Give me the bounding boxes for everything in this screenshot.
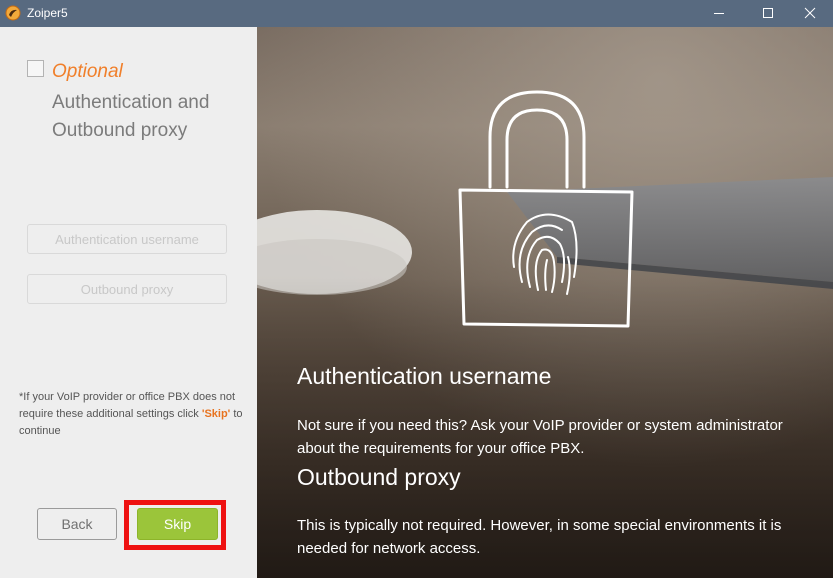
- outbound-proxy-input[interactable]: [27, 274, 227, 304]
- skip-button[interactable]: Skip: [137, 508, 218, 540]
- title-bar: Zoiper5: [0, 0, 833, 27]
- zoiper-logo-icon: [5, 5, 21, 21]
- optional-label: Optional: [52, 61, 123, 82]
- close-button[interactable]: [787, 0, 833, 27]
- auth-heading: Authentication username: [297, 363, 552, 389]
- padlock-fingerprint-icon: [458, 90, 634, 328]
- settings-panel: Optional Authentication and Outbound pro…: [0, 27, 257, 578]
- optional-checkbox[interactable]: [27, 60, 44, 77]
- skip-note-link: 'Skip': [201, 408, 231, 420]
- proxy-heading: Outbound proxy: [297, 464, 461, 490]
- section-title: Authentication and Outbound proxy: [52, 92, 210, 141]
- maximize-button[interactable]: [745, 0, 791, 27]
- window-title: Zoiper5: [27, 6, 68, 20]
- auth-username-input[interactable]: [27, 224, 227, 254]
- auth-description: Not sure if you need this? Ask your VoIP…: [297, 417, 783, 457]
- back-button[interactable]: Back: [37, 508, 117, 540]
- info-panel: Authentication username Not sure if you …: [257, 27, 833, 578]
- proxy-description: This is typically not required. However,…: [297, 517, 782, 557]
- skip-note: *If your VoIP provider or office PBX doe…: [19, 389, 249, 440]
- minimize-button[interactable]: [696, 0, 742, 27]
